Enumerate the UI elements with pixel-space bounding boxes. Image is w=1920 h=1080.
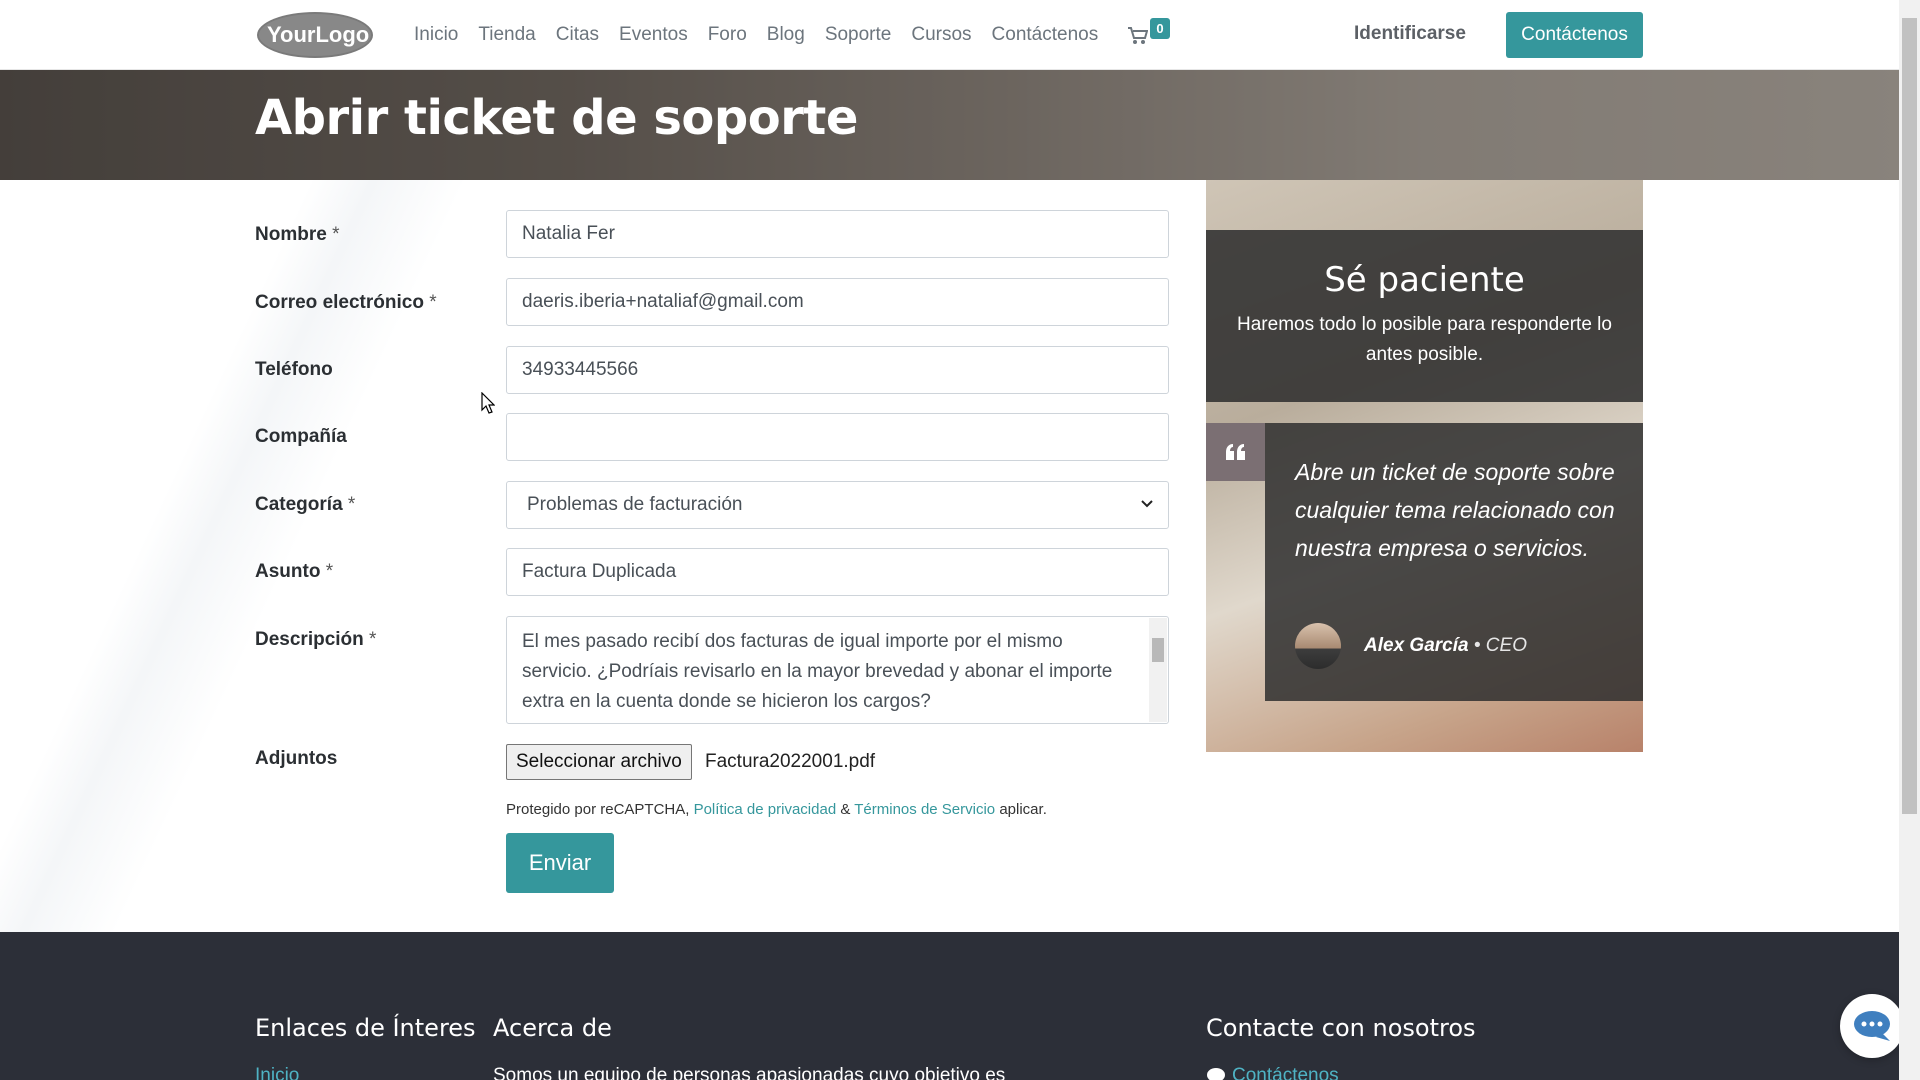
company-input[interactable] bbox=[506, 413, 1169, 461]
subject-input[interactable]: Factura Duplicada bbox=[506, 548, 1169, 596]
mouse-cursor-icon bbox=[481, 392, 495, 414]
privacy-policy-link[interactable]: Política de privacidad bbox=[694, 801, 837, 818]
footer-links-title: Enlaces de Ínteres bbox=[255, 1014, 476, 1042]
logo-text: YourLogo bbox=[267, 22, 369, 47]
description-text: El mes pasado recibí dos facturas de igu… bbox=[522, 631, 1113, 712]
recaptcha-notice: Protegido por reCAPTCHA, Política de pri… bbox=[506, 801, 1047, 818]
site-footer: Enlaces de Ínteres Inicio Acerca de Somo… bbox=[0, 932, 1899, 1080]
category-selected-value: Problemas de facturación bbox=[527, 494, 743, 515]
info-panel: Sé paciente Haremos todo lo posible para… bbox=[1206, 180, 1643, 752]
cart-icon bbox=[1128, 27, 1148, 44]
nav-blog[interactable]: Blog bbox=[767, 24, 805, 46]
footer-about-text: Somos un equipo de personas apasionadas … bbox=[493, 1065, 1006, 1080]
nav-inicio[interactable]: Inicio bbox=[414, 24, 458, 46]
footer-link-inicio[interactable]: Inicio bbox=[255, 1065, 299, 1080]
select-file-button[interactable]: Seleccionar archivo bbox=[506, 744, 692, 780]
nav-tienda[interactable]: Tienda bbox=[478, 24, 535, 46]
subject-label: Asunto * bbox=[255, 561, 334, 582]
page-hero: Abrir ticket de soporte bbox=[0, 70, 1899, 180]
patience-box: Sé paciente Haremos todo lo posible para… bbox=[1206, 230, 1643, 402]
phone-label: Teléfono bbox=[255, 359, 333, 380]
category-label: Categoría * bbox=[255, 494, 356, 515]
nav-contactenos[interactable]: Contáctenos bbox=[992, 24, 1099, 46]
nav-citas[interactable]: Citas bbox=[556, 24, 599, 46]
submit-button[interactable]: Enviar bbox=[506, 833, 614, 893]
chat-widget-button[interactable] bbox=[1840, 994, 1904, 1058]
description-textarea[interactable]: El mes pasado recibí dos facturas de igu… bbox=[506, 616, 1169, 724]
page-scroll-thumb[interactable] bbox=[1902, 18, 1917, 814]
nav-eventos[interactable]: Eventos bbox=[619, 24, 688, 46]
cart-link[interactable]: 0 bbox=[1128, 18, 1174, 52]
textarea-scrollbar[interactable] bbox=[1149, 618, 1167, 722]
testimonial-box: Abre un ticket de soporte sobre cualquie… bbox=[1265, 423, 1643, 701]
footer-contact-link[interactable]: Contáctenos bbox=[1206, 1065, 1339, 1080]
nav-cursos[interactable]: Cursos bbox=[911, 24, 971, 46]
terms-link[interactable]: Términos de Servicio bbox=[854, 801, 995, 818]
nav-foro[interactable]: Foro bbox=[708, 24, 747, 46]
page-scrollbar[interactable] bbox=[1899, 0, 1920, 1080]
email-label: Correo electrónico * bbox=[255, 292, 437, 313]
comment-icon bbox=[1207, 1067, 1225, 1080]
selected-file-name: Factura2022001.pdf bbox=[705, 751, 876, 772]
logo[interactable]: YourLogo bbox=[255, 10, 375, 60]
email-input[interactable]: daeris.iberia+nataliaf@gmail.com bbox=[506, 278, 1169, 326]
patience-title: Sé paciente bbox=[1324, 260, 1525, 300]
footer-contact-title: Contacte con nosotros bbox=[1206, 1014, 1476, 1042]
name-label: Nombre * bbox=[255, 224, 340, 245]
nav-soporte[interactable]: Soporte bbox=[825, 24, 892, 46]
testimonial-author: Alex García • CEO bbox=[1364, 635, 1527, 656]
patience-subtitle: Haremos todo lo posible para responderte… bbox=[1237, 314, 1612, 365]
attachments-label: Adjuntos bbox=[255, 748, 338, 769]
company-label: Compañía bbox=[255, 426, 347, 447]
testimonial-quote: Abre un ticket de soporte sobre cualquie… bbox=[1295, 459, 1615, 561]
phone-input[interactable]: 34933445566 bbox=[506, 346, 1169, 394]
name-input[interactable]: Natalia Fer bbox=[506, 210, 1169, 258]
cart-count-badge: 0 bbox=[1150, 18, 1170, 39]
login-link[interactable]: Identificarse bbox=[1354, 23, 1466, 45]
quote-icon bbox=[1206, 423, 1265, 481]
chevron-down-icon bbox=[1141, 500, 1153, 508]
site-header: YourLogo Inicio Tienda Citas Eventos For… bbox=[0, 0, 1899, 70]
main-nav: Inicio Tienda Citas Eventos Foro Blog So… bbox=[414, 0, 1118, 70]
page-title: Abrir ticket de soporte bbox=[255, 90, 858, 146]
footer-about-title: Acerca de bbox=[493, 1014, 612, 1042]
description-label: Descripción * bbox=[255, 629, 377, 650]
textarea-scroll-thumb[interactable] bbox=[1152, 638, 1164, 662]
category-select[interactable]: Problemas de facturación bbox=[506, 481, 1169, 529]
contact-button[interactable]: Contáctenos bbox=[1506, 12, 1643, 58]
avatar bbox=[1295, 623, 1341, 669]
chat-icon bbox=[1854, 1011, 1890, 1041]
